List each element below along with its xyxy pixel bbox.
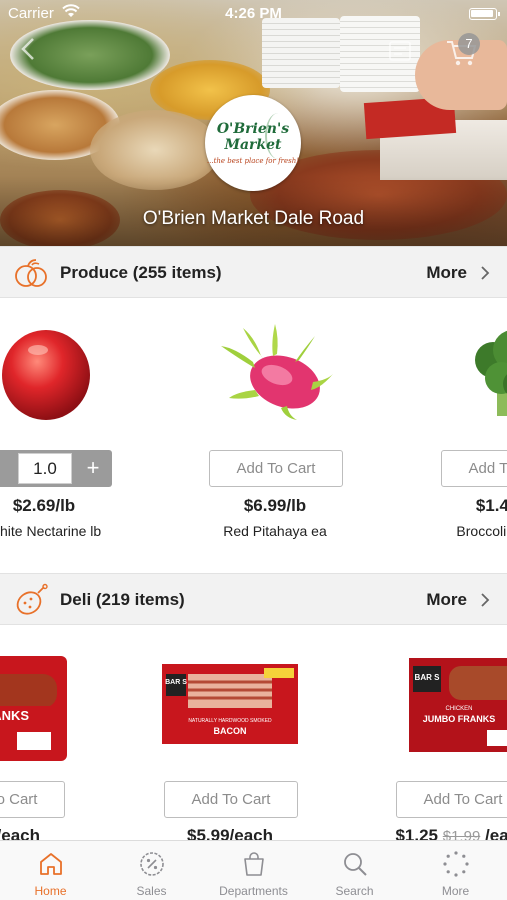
product-name: Red Pitahaya ea bbox=[223, 523, 327, 539]
chevron-right-icon[interactable] bbox=[479, 592, 491, 608]
chevron-right-icon[interactable] bbox=[479, 265, 491, 281]
quantity-stepper[interactable]: - 1.0 + bbox=[0, 450, 112, 487]
package-sublabel: NATURALLY HARDWOOD SMOKED bbox=[188, 718, 272, 724]
produce-icon bbox=[15, 259, 47, 287]
tab-label: Departments bbox=[219, 884, 288, 898]
store-name: O'Brien Market Dale Road bbox=[142, 208, 365, 229]
product-price: $1.25 $1.99 /each bbox=[382, 826, 507, 840]
logo-tagline: ...the best place for fresh! bbox=[206, 157, 300, 165]
sales-icon bbox=[140, 852, 164, 876]
brand-label: BAR S bbox=[165, 679, 187, 686]
cart-count-badge[interactable]: 7 bbox=[458, 33, 480, 55]
battery-icon bbox=[469, 8, 500, 20]
product-image-franks: FRANKS bbox=[0, 656, 67, 761]
add-to-cart-button[interactable]: Add To Cart bbox=[0, 781, 65, 818]
product-image-broccoli bbox=[475, 330, 507, 416]
package-label: FRANKS bbox=[0, 708, 29, 723]
original-price: $1.99 bbox=[442, 828, 481, 840]
sale-price: $1.25 bbox=[395, 826, 439, 840]
tab-label: Home bbox=[34, 884, 67, 898]
quantity-field[interactable]: 1.0 bbox=[18, 453, 72, 484]
product-price: $6.99/lb bbox=[243, 496, 307, 515]
product-card[interactable]: - 1.0 + $2.69/lb White Nectarine lb bbox=[0, 298, 124, 573]
more-link[interactable]: More bbox=[426, 263, 467, 283]
clock: 4:26 PM bbox=[225, 5, 282, 22]
product-price: $5.99/each bbox=[186, 826, 273, 840]
add-to-cart-button[interactable]: Add To Cart bbox=[396, 781, 507, 818]
more-icon bbox=[443, 851, 469, 877]
product-name: Broccoli Crowns bbox=[456, 523, 507, 539]
product-card[interactable]: BAR S NATURALLY HARDWOOD SMOKED BACON Ad… bbox=[150, 626, 310, 840]
product-card[interactable]: FRANKS Add To Cart $1.99/each bbox=[0, 626, 77, 840]
product-image-pitahaya bbox=[221, 324, 333, 420]
tab-search[interactable]: Search bbox=[304, 841, 405, 900]
produce-product-row: - 1.0 + $2.69/lb White Nectarine lb Add … bbox=[0, 298, 507, 573]
logo-text-line2: Market bbox=[224, 137, 282, 153]
product-image-bacon: BAR S NATURALLY HARDWOOD SMOKED BACON bbox=[162, 664, 298, 744]
product-price: $1.49/lb bbox=[475, 496, 507, 515]
deli-icon bbox=[16, 583, 48, 615]
product-price: $1.99/each bbox=[0, 826, 40, 840]
add-to-cart-button[interactable]: Add To Cart bbox=[441, 450, 507, 487]
product-image-nectarine bbox=[2, 330, 90, 420]
package-label: JUMBO FRANKS bbox=[423, 714, 496, 724]
filter-icon[interactable] bbox=[388, 40, 412, 62]
departments-icon bbox=[244, 852, 264, 876]
decrease-qty-button[interactable]: - bbox=[0, 450, 16, 487]
plate-stack-image bbox=[262, 18, 340, 88]
section-header-produce: Produce (255 items) More bbox=[0, 246, 507, 298]
section-title: Produce (255 items) bbox=[60, 263, 222, 282]
product-card[interactable]: Add To Cart $6.99/lb Red Pitahaya ea bbox=[195, 298, 355, 573]
package-label: BACON bbox=[214, 726, 247, 736]
increase-qty-button[interactable]: + bbox=[74, 450, 112, 487]
back-arrow-icon[interactable] bbox=[14, 34, 44, 64]
product-price: $2.69/lb bbox=[12, 496, 76, 515]
logo-text-line1: O'Brien's bbox=[216, 121, 290, 137]
tab-sales[interactable]: Sales bbox=[101, 841, 202, 900]
tab-label: More bbox=[441, 884, 470, 898]
deli-product-row: FRANKS Add To Cart $1.99/each BAR S NATU… bbox=[0, 626, 507, 840]
tab-label: Search bbox=[335, 884, 374, 898]
package-sublabel: CHICKEN bbox=[445, 706, 472, 712]
product-card[interactable]: BAR S CHICKEN JUMBO FRANKS Add To Cart $… bbox=[382, 626, 507, 840]
store-logo: O'Brien's Market ...the best place for f… bbox=[205, 95, 301, 191]
tab-home[interactable]: Home bbox=[0, 841, 101, 900]
product-image-chicken-franks: BAR S CHICKEN JUMBO FRANKS bbox=[409, 658, 507, 752]
add-to-cart-button[interactable]: Add To Cart bbox=[209, 450, 343, 487]
section-title: Deli (219 items) bbox=[60, 590, 185, 609]
status-bar: Carrier 4:26 PM bbox=[0, 0, 507, 28]
tab-bar: Home Sales Departments Search More bbox=[0, 840, 507, 900]
brand-label: BAR S bbox=[415, 673, 441, 682]
search-icon bbox=[344, 853, 367, 876]
tab-label: Sales bbox=[136, 884, 167, 898]
more-link[interactable]: More bbox=[426, 590, 467, 610]
section-header-deli: Deli (219 items) More bbox=[0, 573, 507, 625]
price-unit: /each bbox=[485, 826, 507, 840]
tab-more[interactable]: More bbox=[405, 841, 506, 900]
add-to-cart-button[interactable]: Add To Cart bbox=[164, 781, 298, 818]
tab-departments[interactable]: Departments bbox=[203, 841, 304, 900]
product-name: White Nectarine lb bbox=[0, 523, 102, 539]
product-card[interactable]: Add To Cart $1.49/lb Broccoli Crowns bbox=[427, 298, 507, 573]
home-icon bbox=[40, 853, 62, 875]
